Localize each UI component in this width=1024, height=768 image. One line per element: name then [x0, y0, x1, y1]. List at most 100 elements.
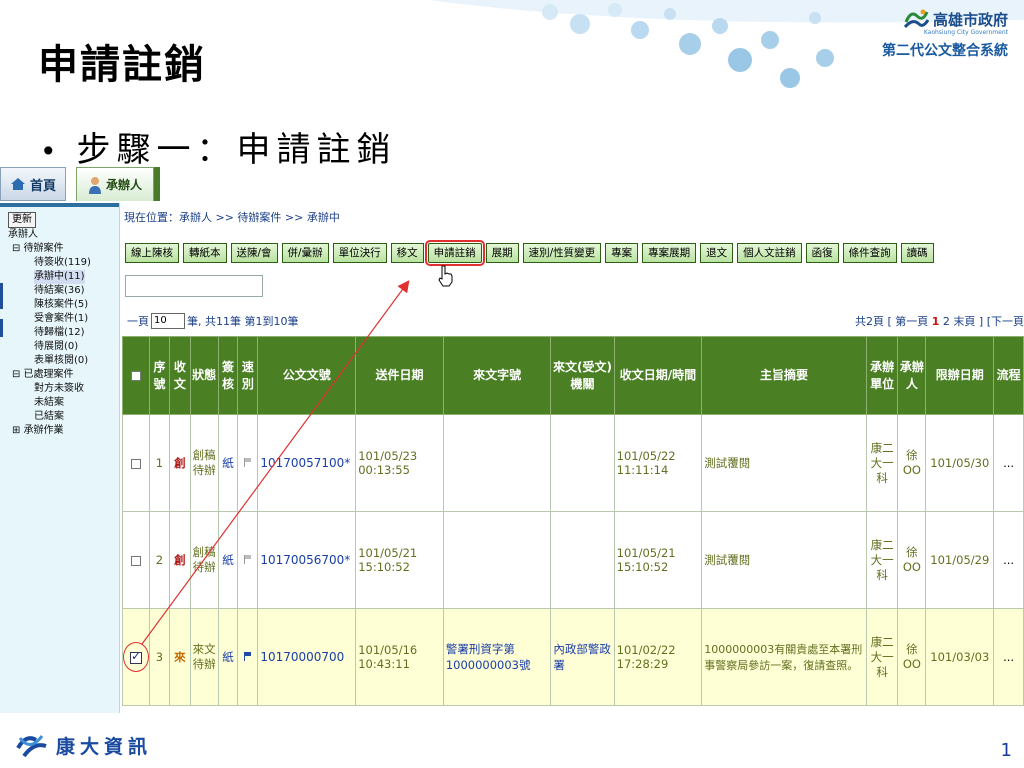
- row-due: 101/05/30: [925, 414, 995, 512]
- col-header[interactable]: 送件日期: [355, 336, 444, 415]
- row-sign: 紙: [217, 414, 239, 512]
- pager-text-a[interactable]: 共2頁 [ 第一頁: [855, 315, 932, 328]
- table-row[interactable]: 1 創 創稿待辦 紙 10170057100* 101/05/23 00:13:5…: [122, 414, 1024, 512]
- bullet-dot-icon: •: [40, 135, 63, 168]
- row-recv-datetime: 101/05/22 11:11:14: [613, 414, 703, 512]
- document-table: 序號 收文 狀態 簽核 速別 公文文號 送件日期 來文字號 來文(受文)機關 收…: [122, 336, 1024, 706]
- person-icon: [88, 176, 101, 194]
- tree-root[interactable]: 承辦人: [8, 228, 119, 242]
- row-recv-type: 創: [168, 414, 191, 512]
- tree-item-operations[interactable]: ⊞ 承辦作業: [12, 425, 64, 436]
- col-header: 簽核: [217, 336, 239, 415]
- personal-cancel-button[interactable]: 個人文註銷: [737, 243, 802, 263]
- row-flow[interactable]: ...: [993, 414, 1024, 512]
- row-doc-no[interactable]: 10170057100*: [257, 414, 357, 512]
- row-subject[interactable]: 測試覆閱: [701, 511, 867, 609]
- tree-item-closed[interactable]: 已結案: [34, 411, 64, 422]
- row-agency: [550, 414, 615, 512]
- speed-change-button[interactable]: 速別/性質變更: [522, 243, 602, 263]
- project-extend-button[interactable]: 專案展期: [642, 243, 697, 263]
- col-header: 收文: [168, 336, 191, 415]
- nav-user-tab[interactable]: 承辦人: [76, 167, 154, 201]
- project-button[interactable]: 專案: [605, 243, 639, 263]
- transfer-button[interactable]: 移文: [390, 243, 424, 263]
- row-due: 101/05/29: [925, 511, 995, 609]
- row-handler: 徐OO: [897, 414, 927, 512]
- row-unit: 康二大一科: [865, 511, 899, 609]
- pager-text-b[interactable]: 2 末頁 ] [下一頁: [939, 315, 1024, 328]
- tree-item-consult[interactable]: 受會案件(1): [34, 313, 88, 324]
- row-recv-type: 來: [168, 608, 191, 706]
- col-header: 速別: [237, 336, 259, 415]
- col-header[interactable]: 來文字號: [442, 336, 552, 415]
- slide-bullet: • 步驟一：申請註銷: [40, 122, 397, 171]
- row-due: 101/03/03: [925, 608, 995, 706]
- online-review-button[interactable]: 線上陳核: [125, 243, 179, 263]
- submit-button[interactable]: 送陳/會: [230, 243, 278, 263]
- row-speed: [237, 511, 259, 609]
- tree-item-review[interactable]: 陳核案件(5): [34, 299, 88, 310]
- row-agency: [550, 511, 615, 609]
- col-header[interactable]: 主旨摘要: [701, 336, 867, 415]
- bullet-text: 步驟一：申請註銷: [76, 130, 397, 170]
- row-sent-datetime: 101/05/23 00:13:55: [355, 414, 444, 512]
- row-checkbox[interactable]: [131, 555, 141, 566]
- barcode-input[interactable]: [125, 275, 263, 297]
- col-header: 承辦單位: [865, 336, 899, 415]
- row-subject[interactable]: 測試覆閱: [701, 414, 867, 512]
- read-code-button[interactable]: 讀碼: [900, 243, 934, 263]
- select-all-checkbox[interactable]: [131, 370, 141, 381]
- row-checkbox[interactable]: [130, 649, 142, 664]
- col-header[interactable]: 收文日期/時間: [613, 336, 703, 415]
- extend-button[interactable]: 展期: [485, 243, 519, 263]
- tree-item-unsigned[interactable]: 對方未簽收: [34, 383, 84, 394]
- row-no: 2: [149, 511, 170, 609]
- tree-item-in-progress[interactable]: 承辦中(11): [34, 270, 85, 284]
- brand-name: 高雄市政府: [932, 10, 1008, 29]
- tree-item-to-close[interactable]: 待結案(36): [34, 285, 85, 296]
- col-header: 序號: [149, 336, 170, 415]
- tree-item-form-review[interactable]: 表單核閱(0): [34, 355, 88, 366]
- return-button[interactable]: 退文: [700, 243, 734, 263]
- row-speed: [237, 414, 259, 512]
- page-size-input[interactable]: 10: [151, 313, 185, 329]
- row-flow[interactable]: ...: [993, 608, 1024, 706]
- slide-title: 申請註銷: [38, 41, 206, 88]
- row-unit: 康二大一科: [865, 608, 899, 706]
- merge-button[interactable]: 併/彙辦: [281, 243, 329, 263]
- tree-item-processed[interactable]: ⊟ 已處理案件: [12, 369, 74, 380]
- app-screenshot: 首頁 承辦人 更新 承辦人 ⊟ 待辦案件 待簽收(119) 承辦中(11) 待結…: [0, 167, 1024, 713]
- request-cancel-button[interactable]: 申請註銷: [424, 240, 485, 266]
- select-all-header[interactable]: [122, 336, 150, 415]
- col-header[interactable]: 來文(受文)機關: [550, 336, 615, 415]
- tree-item-archive[interactable]: 待歸檔(12): [34, 327, 85, 338]
- tree-item-unclosed[interactable]: 未結案: [34, 397, 64, 408]
- col-header[interactable]: 公文文號: [257, 336, 357, 415]
- row-doc-no[interactable]: 10170056700*: [257, 511, 357, 609]
- table-row[interactable]: 2 創 創稿待辦 紙 10170056700* 101/05/21 15:10:5…: [122, 511, 1024, 609]
- tree-item-extension[interactable]: 待展閱(0): [34, 341, 78, 352]
- row-checkbox[interactable]: [131, 458, 141, 469]
- row-doc-no[interactable]: 10170000700: [257, 608, 357, 706]
- unit-decision-button[interactable]: 單位決行: [332, 243, 387, 263]
- tree-item-to-sign[interactable]: 待簽收(119): [34, 257, 91, 268]
- pager-left: 一頁 10 筆, 共11筆 第1到10筆: [127, 313, 298, 329]
- flag-icon: [243, 458, 252, 467]
- col-header[interactable]: 限辦日期: [925, 336, 995, 415]
- row-flow[interactable]: ...: [993, 511, 1024, 609]
- search-button[interactable]: 條件查詢: [842, 243, 897, 263]
- row-no: 1: [149, 414, 170, 512]
- nav-home-tab[interactable]: 首頁: [0, 167, 66, 201]
- refresh-button[interactable]: 更新: [8, 212, 36, 228]
- table-header-row: 序號 收文 狀態 簽核 速別 公文文號 送件日期 來文字號 來文(受文)機關 收…: [122, 336, 1024, 415]
- company-logo-icon: [16, 735, 47, 758]
- main-panel: 現在位置：承辦人 >> 待辦案件 >> 承辦中 線上陳核 轉紙本 送陳/會 併/…: [122, 203, 1024, 713]
- to-paper-button[interactable]: 轉紙本: [183, 243, 227, 263]
- row-subject[interactable]: 1000000003有關貴處至本署刑事警察局參訪一案，復請查照。: [701, 608, 867, 706]
- table-row[interactable]: 3 來 來文待辦 紙 10170000700 101/05/1610:43:11…: [122, 608, 1024, 706]
- row-recv-type: 創: [168, 511, 191, 609]
- page-size-label: 一頁: [127, 315, 149, 328]
- tree-item-pending[interactable]: ⊟ 待辦案件: [12, 243, 64, 254]
- reply-button[interactable]: 函復: [805, 243, 839, 263]
- action-toolbar: 線上陳核 轉紙本 送陳/會 併/彙辦 單位決行 移文 申請註銷 展期 速別/性質…: [125, 240, 934, 266]
